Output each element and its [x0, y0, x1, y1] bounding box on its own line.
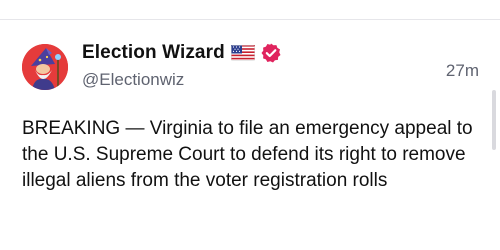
- author-row: Election Wizard: [82, 40, 282, 66]
- divider: [0, 19, 500, 20]
- scrollbar-thumb[interactable]: [492, 90, 496, 150]
- scrollbar[interactable]: [486, 20, 500, 250]
- post-timestamp[interactable]: 27m: [446, 61, 479, 81]
- author-name[interactable]: Election Wizard: [82, 42, 225, 64]
- author-handle[interactable]: @Electionwiz: [82, 70, 184, 90]
- post-card: Election Wizard @Electionwiz 27m BREAKIN…: [0, 0, 500, 250]
- us-flag-icon: [230, 45, 255, 61]
- wizard-avatar-icon: [22, 44, 68, 90]
- verified-badge-icon: [260, 42, 282, 64]
- avatar[interactable]: [22, 44, 68, 90]
- post-text: BREAKING — Virginia to file an emergency…: [22, 118, 473, 191]
